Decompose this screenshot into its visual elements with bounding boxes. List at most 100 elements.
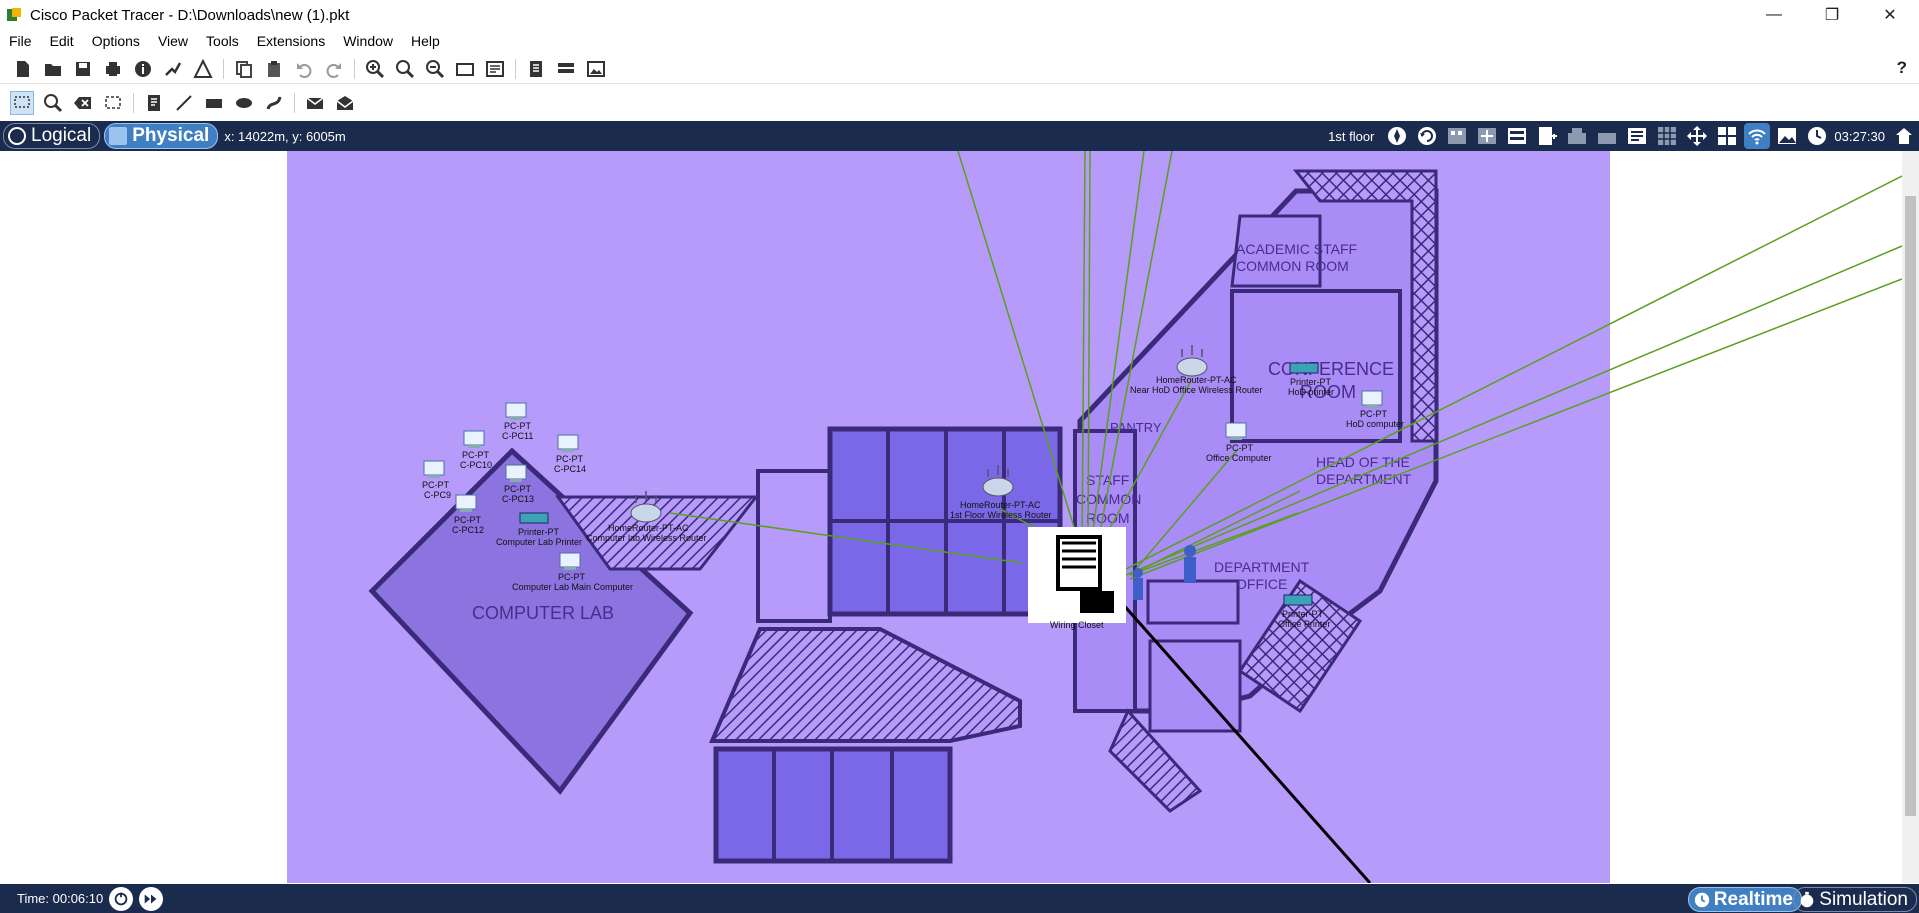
realtime-mode-button[interactable]: Realtime [1687, 887, 1802, 912]
room-label-staff-3: ROOM [1086, 510, 1130, 526]
back-icon[interactable] [1414, 123, 1440, 149]
logical-tab[interactable]: Logical [3, 123, 101, 149]
menu-options[interactable]: Options [83, 33, 149, 49]
menu-view[interactable]: View [149, 33, 197, 49]
room-label-staff-2: COMMON [1076, 491, 1141, 507]
print-icon[interactable] [102, 58, 124, 80]
hod-pc-type: PC-PT [1360, 409, 1388, 419]
office-printer-type: Printer-PT [1282, 609, 1324, 619]
menu-help[interactable]: Help [402, 33, 449, 49]
power-cycle-icon[interactable] [109, 886, 134, 911]
new-file-icon[interactable] [12, 58, 34, 80]
stopwatch-icon [1800, 891, 1814, 907]
room-label-pantry: PANTRY [1110, 420, 1162, 435]
packet-tracer-logo-icon [7, 8, 21, 21]
activity-wizard-icon[interactable] [192, 58, 214, 80]
room-label-dept: DEPARTMENT [1214, 559, 1310, 575]
menu-edit[interactable]: Edit [41, 33, 83, 49]
fast-forward-icon[interactable] [139, 886, 164, 911]
document-icon[interactable] [525, 58, 547, 80]
open-folder-icon[interactable] [42, 58, 64, 80]
vertical-scrollbar[interactable] [1902, 151, 1919, 883]
main-toolbar [0, 54, 1919, 84]
office-pc-type: PC-PT [1226, 443, 1254, 453]
room-label-academic-2: COMMON ROOM [1236, 258, 1349, 274]
pc12-type: PC-PT [454, 515, 482, 525]
close-button[interactable]: ✕ [1861, 0, 1919, 30]
physical-tab[interactable]: Physical [104, 123, 219, 149]
office-printer-name: Office Printer [1278, 619, 1330, 629]
move-object-icon[interactable] [1684, 123, 1710, 149]
add-simple-pdu-icon[interactable] [304, 92, 326, 114]
edit-toolbar [0, 86, 1919, 120]
hod-printer-type: Printer-PT [1290, 377, 1332, 387]
screenshot-icon[interactable] [585, 58, 607, 80]
room-label-academic: ACADEMIC STAFF [1236, 241, 1357, 257]
set-background-icon[interactable] [1774, 123, 1800, 149]
draw-ellipse-icon[interactable] [233, 92, 255, 114]
draw-rectangle-icon[interactable] [203, 92, 225, 114]
simulation-mode-button[interactable]: Simulation [1793, 887, 1917, 912]
resize-shape-icon[interactable] [102, 92, 124, 114]
wireless-range-icon[interactable] [1744, 123, 1771, 149]
menu-tools[interactable]: Tools [197, 33, 248, 49]
device-list-icon[interactable] [555, 58, 577, 80]
add-complex-pdu-icon[interactable] [334, 92, 356, 114]
new-rack-icon[interactable] [1504, 123, 1530, 149]
hod-router-type: HomeRouter-PT-AC [1156, 375, 1237, 385]
save-icon[interactable] [72, 58, 94, 80]
custom-device-icon[interactable] [484, 58, 506, 80]
zoom-in-icon[interactable] [364, 58, 386, 80]
restore-button[interactable]: ❐ [1803, 0, 1861, 30]
lab-main-name: Computer Lab Main Computer [512, 582, 633, 592]
workspace-navbar: Logical Physical x: 14022m, y: 6005m 1st… [0, 121, 1919, 151]
lab-router-type: HomeRouter-PT-AC [608, 523, 689, 533]
simulation-time: Time: 00:06:10 [17, 891, 104, 906]
zoom-out-icon[interactable] [424, 58, 446, 80]
network-wizard-icon[interactable] [162, 58, 184, 80]
hod-printer-name: HoD printer [1288, 387, 1334, 397]
paste-icon[interactable] [263, 58, 285, 80]
freeform-icon[interactable] [263, 92, 285, 114]
redo-icon[interactable] [323, 58, 345, 80]
physical-workspace[interactable]: ACADEMIC STAFF COMMON ROOM CONFERENCE RO… [0, 151, 1902, 883]
copy-icon[interactable] [233, 58, 255, 80]
menu-window[interactable]: Window [334, 33, 402, 49]
new-building-icon[interactable] [1444, 123, 1470, 149]
help-button[interactable]: ? [1897, 58, 1907, 78]
scrollbar-thumb[interactable] [1905, 196, 1916, 816]
tile-view-icon[interactable] [1714, 123, 1740, 149]
physical-icon [109, 127, 128, 145]
zoom-reset-icon[interactable] [394, 58, 416, 80]
select-icon[interactable] [10, 91, 34, 115]
delete-icon[interactable] [72, 92, 94, 114]
pc14-type: PC-PT [556, 454, 584, 464]
grid-icon[interactable] [1654, 123, 1680, 149]
info-icon[interactable] [132, 58, 154, 80]
pc13-type: PC-PT [504, 484, 532, 494]
pc14-name: C-PC14 [554, 464, 586, 474]
menu-extensions[interactable]: Extensions [248, 33, 334, 49]
inspect-icon[interactable] [42, 92, 64, 114]
title-bar: Cisco Packet Tracer - D:\Downloads\new (… [0, 0, 1919, 30]
drawing-palette-icon[interactable] [454, 58, 476, 80]
room-label-hod: HEAD OF THE [1316, 454, 1410, 470]
new-floor-icon[interactable] [1474, 123, 1500, 149]
place-note-icon[interactable] [143, 92, 165, 114]
device-list-nav-icon[interactable] [1624, 123, 1650, 149]
new-generic-container-icon[interactable] [1594, 123, 1620, 149]
navigation-compass-icon[interactable] [1384, 123, 1410, 149]
new-city-icon[interactable] [1564, 123, 1590, 149]
simulation-label: Simulation [1819, 888, 1908, 910]
lab-main-type: PC-PT [558, 572, 586, 582]
lab-printer-name: Computer Lab Printer [496, 537, 582, 547]
minimize-button[interactable]: — [1745, 0, 1803, 30]
clock-icon [1804, 123, 1830, 149]
draw-line-icon[interactable] [173, 92, 195, 114]
physical-label: Physical [132, 125, 210, 146]
new-closet-icon[interactable] [1534, 123, 1560, 149]
menu-file[interactable]: File [0, 33, 41, 49]
office-pc-name: Office Computer [1206, 453, 1271, 463]
undo-icon[interactable] [293, 58, 315, 80]
home-icon[interactable] [1891, 123, 1917, 149]
